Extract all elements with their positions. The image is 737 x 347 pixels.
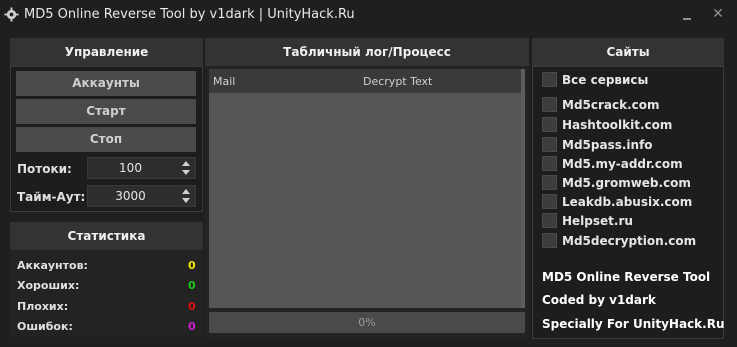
stat-errors-label: Ошибок: [17,320,73,333]
checkbox-site[interactable] [542,175,557,190]
progress-bar: 0% [209,312,525,333]
checkbox-site[interactable] [542,137,557,152]
control-panel-header: Управление [10,38,203,66]
spin-arrows-icon[interactable] [181,188,191,204]
timeout-label: Тайм-Аут: [17,190,86,204]
all-services-label[interactable]: Все сервисы [562,73,648,87]
spin-arrows-icon[interactable] [181,160,191,176]
accounts-button[interactable]: Аккаунты [16,71,196,96]
stat-good-label: Хороших: [17,279,80,292]
timeout-stepper[interactable]: 3000 [87,185,196,207]
checkbox-site[interactable] [542,117,557,132]
progress-text: 0% [358,316,376,329]
site-label[interactable]: Hashtoolkit.com [562,118,672,132]
stat-good-value: 0 [188,279,196,292]
log-panel-header: Табличный лог/Процесс [205,38,529,66]
log-table-header: Mail Decrypt Text [209,69,521,93]
site-label[interactable]: Md5crack.com [562,98,660,112]
checkbox-site[interactable] [542,97,557,112]
threads-label: Потоки: [17,162,72,176]
stat-accounts-value: 0 [188,259,196,272]
site-label[interactable]: Md5.gromweb.com [562,176,691,190]
checkbox-site[interactable] [542,233,557,248]
title-bar: MD5 Online Reverse Tool by v1dark | Unit… [0,0,737,30]
log-table[interactable] [209,69,525,308]
checkbox-site[interactable] [542,213,557,228]
site-label[interactable]: Helpset.ru [562,214,633,228]
column-mail[interactable]: Mail [213,75,235,88]
stat-errors-value: 0 [188,320,196,333]
threads-stepper[interactable]: 100 [87,157,196,179]
checkbox-site[interactable] [542,156,557,171]
stop-button[interactable]: Стоп [16,127,196,152]
start-button[interactable]: Старт [16,99,196,124]
log-scrollbar[interactable] [521,69,525,308]
checkbox-all-services[interactable] [542,72,557,87]
gear-icon [4,7,19,22]
info-author: Coded by v1dark [542,293,656,307]
timeout-value[interactable]: 3000 [88,186,173,206]
stat-bad-label: Плохих: [17,300,69,313]
column-decrypt-text[interactable]: Decrypt Text [363,75,432,88]
stats-panel-header: Статистика [10,222,203,250]
info-tool-name: MD5 Online Reverse Tool [542,270,711,284]
stat-bad-value: 0 [188,300,196,313]
site-label[interactable]: Leakdb.abusix.com [562,195,692,209]
stat-accounts-label: Аккаунтов: [17,259,88,272]
info-dedication: Specially For UnityHack.Ru [542,317,725,331]
site-label[interactable]: Md5.my-addr.com [562,157,683,171]
minimize-button[interactable] [676,4,698,24]
close-button[interactable]: ✕ [707,4,729,24]
checkbox-site[interactable] [542,194,557,209]
threads-value[interactable]: 100 [88,158,173,178]
window-title: MD5 Online Reverse Tool by v1dark | Unit… [24,7,355,22]
sites-panel-header: Сайты [532,38,724,66]
site-label[interactable]: Md5decryption.com [562,234,696,248]
site-label[interactable]: Md5pass.info [562,138,653,152]
